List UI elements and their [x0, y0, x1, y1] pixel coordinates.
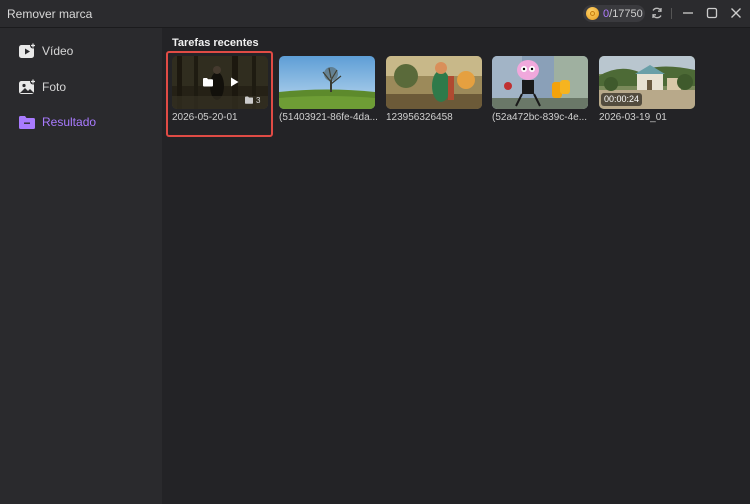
- close-icon: [731, 8, 741, 18]
- video-icon: [19, 42, 36, 58]
- refresh-icon: [652, 7, 662, 19]
- sidebar-item-label: Vídeo: [42, 44, 74, 58]
- tree-landscape-thumbnail: [279, 56, 375, 109]
- task-label: 123956326458: [386, 112, 453, 123]
- task-label: (52a472bc-839c-4e...: [492, 112, 588, 123]
- title-bar: Remover marca 0 / 17750: [0, 0, 750, 28]
- coin-icon: [586, 7, 599, 20]
- close-button[interactable]: [729, 6, 743, 20]
- sidebar-item-result[interactable]: Resultado: [0, 110, 162, 134]
- credits-total: 17750: [612, 7, 643, 20]
- sidebar-item-label: Resultado: [42, 115, 97, 129]
- task-label: (51403921-86fe-4da...: [279, 112, 378, 123]
- sidebar: Vídeo Foto Resultado: [0, 28, 162, 504]
- minimize-icon: [683, 12, 693, 14]
- photo-icon: [19, 78, 36, 94]
- maximize-button[interactable]: [705, 6, 719, 20]
- task-thumbnail[interactable]: [386, 56, 482, 109]
- credits-badge[interactable]: 0 / 17750: [583, 5, 645, 22]
- titlebar-divider: [671, 8, 672, 19]
- sidebar-item-photo[interactable]: Foto: [0, 75, 162, 99]
- cartoon-thumbnail: [386, 56, 482, 109]
- refresh-button[interactable]: [650, 6, 664, 20]
- task-label: 2026-03-19_01: [599, 112, 667, 123]
- sidebar-item-label: Foto: [42, 80, 67, 94]
- app-title: Remover marca: [7, 7, 93, 21]
- duration-badge: 00:00:24: [601, 93, 643, 106]
- minimize-button[interactable]: [681, 6, 695, 20]
- sidebar-item-video[interactable]: Vídeo: [0, 39, 162, 63]
- character-thumbnail: [492, 56, 588, 109]
- maximize-icon: [706, 7, 718, 19]
- task-thumbnail[interactable]: [492, 56, 588, 109]
- section-title: Tarefas recentes: [172, 37, 259, 49]
- folder-icon: [19, 116, 35, 129]
- task-thumbnail[interactable]: 00:00:24: [599, 56, 695, 109]
- selected-card-highlight: [166, 51, 273, 137]
- task-thumbnail[interactable]: [279, 56, 375, 109]
